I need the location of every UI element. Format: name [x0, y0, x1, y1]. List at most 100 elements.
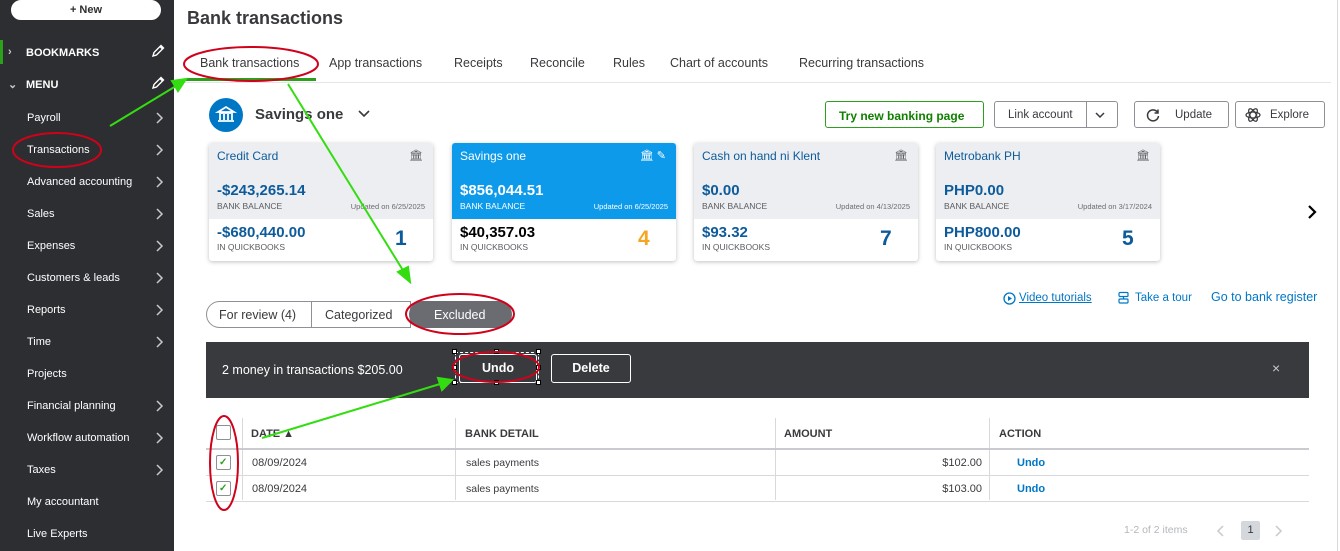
take-tour-link[interactable]: Take a tour: [1135, 292, 1192, 304]
row-checkbox[interactable]: ✓: [216, 481, 231, 496]
bank-detail-header-label: BANK DETAIL: [465, 428, 539, 440]
header-amount: AMOUNT: [776, 418, 988, 448]
sidebar-item-financial-planning[interactable]: Financial planning: [0, 392, 174, 420]
sidebar-bookmarks[interactable]: › BOOKMARKS: [0, 41, 174, 65]
tab-app-transactions[interactable]: App transactions: [329, 56, 422, 70]
amount-header-label: AMOUNT: [784, 428, 833, 440]
updated-date: Updated on 6/25/2025: [593, 202, 668, 211]
bank-balance-label: BANK BALANCE: [217, 201, 283, 211]
sidebar-item-label: Sales: [27, 208, 55, 220]
sidebar-item-my-accountant[interactable]: My accountant: [0, 488, 174, 516]
sidebar-item-label: Transactions: [27, 144, 90, 156]
sidebar-menu[interactable]: ⌄ MENU: [0, 73, 174, 97]
filter-categorized[interactable]: Categorized: [311, 301, 411, 328]
column-divider: [989, 418, 990, 500]
bookmarks-label: BOOKMARKS: [26, 47, 100, 59]
account-card[interactable]: Metrobank PH 🏛 PHP0.00 BANK BALANCE Updated …: [936, 143, 1160, 261]
row-checkbox[interactable]: ✓: [216, 455, 231, 470]
bank-icon: 🏛: [894, 150, 908, 162]
header-date[interactable]: DATE ▲: [243, 418, 453, 448]
tab-rules[interactable]: Rules: [613, 56, 645, 70]
sidebar-item-live-experts[interactable]: Live Experts: [0, 520, 174, 548]
sidebar-item-label: Taxes: [27, 464, 56, 476]
chevron-down-icon[interactable]: [357, 107, 371, 121]
tab-chart-of-accounts[interactable]: Chart of accounts: [670, 56, 768, 70]
chevron-down-icon: ⌄: [8, 79, 18, 91]
page-title: Bank transactions: [187, 8, 344, 28]
sidebar-item-customers-leads[interactable]: Customers & leads: [0, 264, 174, 292]
explore-label: Explore: [1270, 109, 1309, 121]
excluded-label: Excluded: [434, 308, 486, 322]
header-action: ACTION: [991, 418, 1191, 448]
sidebar-item-transactions[interactable]: Transactions: [0, 136, 174, 164]
filter-for-review[interactable]: For review (4): [206, 301, 312, 328]
sidebar-item-sales[interactable]: Sales: [0, 200, 174, 228]
sidebar-item-workflow-automation[interactable]: Workflow automation: [0, 424, 174, 452]
annotation-arrowhead: [170, 77, 189, 93]
chevron-right-icon: [156, 432, 164, 444]
tab-recurring-transactions[interactable]: Recurring transactions: [799, 56, 924, 70]
updated-date: Updated on 3/17/2024: [1077, 202, 1152, 211]
row-undo-link[interactable]: Undo: [1017, 457, 1045, 469]
pencil-icon[interactable]: [150, 75, 166, 91]
quickbooks-balance: $93.32: [702, 224, 748, 241]
row-date: 08/09/2024: [252, 483, 308, 495]
row-undo-link[interactable]: Undo: [1017, 483, 1045, 495]
chevron-right-icon: [156, 464, 164, 476]
link-account-button[interactable]: Link account: [994, 101, 1118, 128]
chevron-right-icon: [156, 112, 164, 124]
go-to-bank-register-link[interactable]: Go to bank register: [1211, 290, 1317, 304]
prev-page-icon[interactable]: [1216, 524, 1226, 538]
next-cards-arrow-icon[interactable]: [1305, 203, 1319, 221]
tabs-divider: [181, 82, 1331, 83]
quickbooks-balance-label: IN QUICKBOOKS: [217, 242, 286, 252]
update-button[interactable]: Update: [1134, 101, 1229, 128]
menu-label: MENU: [26, 79, 59, 91]
sidebar-item-taxes[interactable]: Taxes: [0, 456, 174, 484]
tab-reconcile[interactable]: Reconcile: [530, 56, 585, 70]
pager-summary: 1-2 of 2 items: [1124, 524, 1188, 536]
sidebar-item-payroll[interactable]: Payroll: [0, 104, 174, 132]
delete-button[interactable]: Delete: [551, 354, 631, 383]
account-card[interactable]: Savings one 🏛 ✎ $856,044.51 BANK BALANCE Upd…: [452, 143, 676, 261]
new-button[interactable]: + New: [11, 0, 161, 20]
sidebar-item-label: Reports: [27, 304, 66, 316]
row-divider: [206, 475, 1309, 476]
page-number[interactable]: 1: [1241, 521, 1260, 540]
sidebar-item-expenses[interactable]: Expenses: [0, 232, 174, 260]
split-divider: [1086, 102, 1087, 127]
close-icon[interactable]: ×: [1272, 360, 1280, 376]
account-card-name: Savings one: [460, 149, 527, 163]
bank-icon: 🏛: [409, 150, 423, 162]
sidebar-item-time[interactable]: Time: [0, 328, 174, 356]
selection-handle: [494, 349, 499, 354]
quickbooks-balance: $40,357.03: [460, 224, 536, 241]
sidebar-item-label: Expenses: [27, 240, 76, 252]
bank-balance: PHP0.00: [944, 182, 1005, 199]
sidebar-item-label: Time: [27, 336, 52, 348]
column-divider: [242, 418, 243, 500]
for-review-label: For review (4): [219, 308, 297, 322]
selection-box: [455, 352, 539, 383]
explore-button[interactable]: Explore: [1235, 101, 1325, 128]
account-card[interactable]: Cash on hand ni Klent 🏛 $0.00 BANK BALANCE U…: [694, 143, 918, 261]
sidebar-item-advanced-accounting[interactable]: Advanced accounting: [0, 168, 174, 196]
filter-excluded[interactable]: Excluded: [409, 301, 512, 328]
account-card-name: Cash on hand ni Klent: [702, 149, 821, 163]
video-tutorials-link[interactable]: Video tutorials: [1019, 292, 1092, 304]
tour-icon[interactable]: [1117, 291, 1130, 305]
pencil-icon[interactable]: [150, 43, 166, 59]
quickbooks-balance-label: IN QUICKBOOKS: [460, 242, 529, 252]
account-selector[interactable]: Savings one: [255, 106, 343, 123]
try-new-banking-button[interactable]: Try new banking page: [825, 101, 984, 128]
next-page-icon[interactable]: [1273, 524, 1283, 538]
tab-bank-transactions[interactable]: Bank transactions: [200, 56, 299, 70]
play-circle-icon[interactable]: [1003, 292, 1016, 305]
sidebar-item-projects[interactable]: Projects: [0, 360, 174, 388]
select-all-checkbox[interactable]: [216, 425, 231, 440]
sidebar-item-reports[interactable]: Reports: [0, 296, 174, 324]
account-card[interactable]: Credit Card 🏛 -$243,265.14 BANK BALANCE Upda…: [209, 143, 433, 261]
chevron-down-icon[interactable]: [1094, 109, 1106, 121]
tab-receipts[interactable]: Receipts: [454, 56, 503, 70]
sidebar: + New › BOOKMARKS ⌄ MENU Payroll Transact…: [0, 0, 174, 551]
